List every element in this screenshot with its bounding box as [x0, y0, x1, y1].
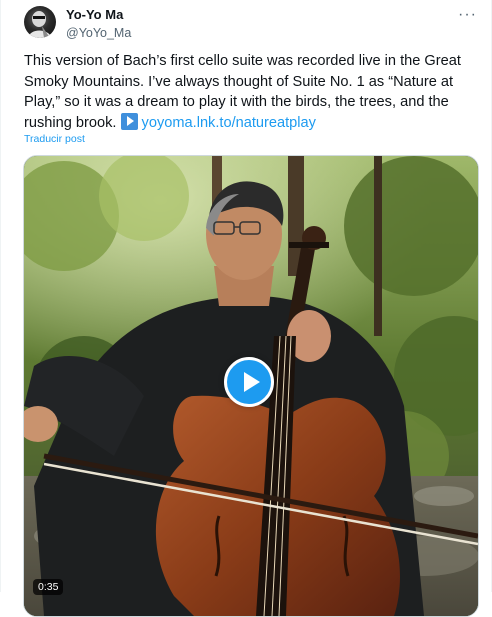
video-player[interactable]: 0:35	[23, 155, 479, 617]
play-icon	[244, 372, 260, 392]
author-handle[interactable]: @YoYo_Ma	[66, 25, 131, 41]
translate-post-link[interactable]: Traducir post	[24, 133, 85, 145]
author-display-name[interactable]: Yo-Yo Ma	[66, 7, 131, 23]
author-names: Yo-Yo Ma @YoYo_Ma	[66, 6, 131, 41]
avatar-portrait-icon	[28, 11, 52, 38]
play-button[interactable]	[224, 357, 274, 407]
play-arrow-emoji-icon	[120, 112, 138, 130]
tweet-link[interactable]: yoyoma.lnk.to/natureatplay	[142, 115, 316, 131]
avatar[interactable]	[24, 6, 56, 38]
tweet-header: Yo-Yo Ma @YoYo_Ma ···	[24, 6, 477, 42]
video-duration: 0:35	[33, 579, 64, 595]
tweet-text: This version of Bach’s first cello suite…	[24, 51, 474, 133]
tweet: Yo-Yo Ma @YoYo_Ma ··· This version of Ba…	[0, 0, 492, 617]
more-options-icon[interactable]: ···	[458, 7, 477, 23]
